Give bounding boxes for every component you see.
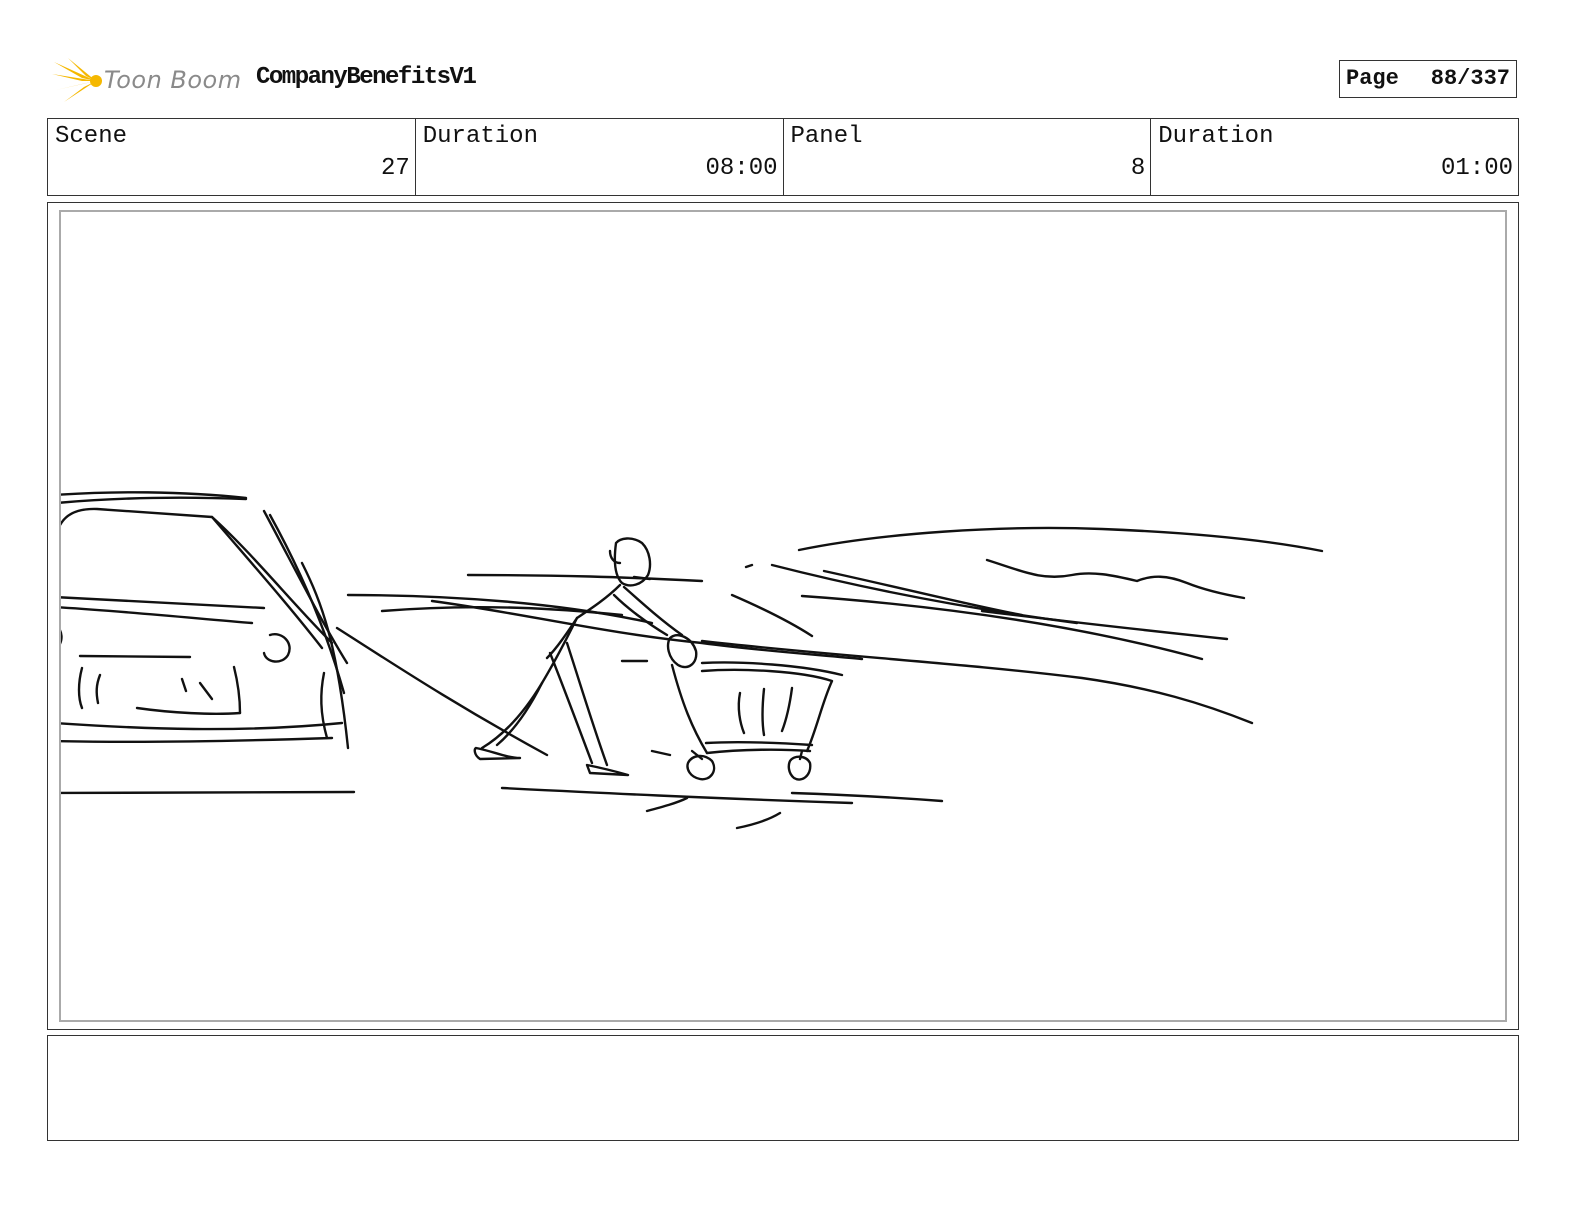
project-title: CompanyBenefitsV1 xyxy=(256,64,477,91)
toon-boom-logo: Toon Boom xyxy=(52,56,242,106)
panel-duration-label: Duration xyxy=(1158,123,1274,150)
scene-label: Scene xyxy=(55,123,128,150)
cart-sketch xyxy=(666,634,844,781)
starburst-icon xyxy=(52,58,102,102)
panel-duration-cell: Duration 01:00 xyxy=(1151,119,1518,195)
car-sketch xyxy=(61,491,356,795)
scene-duration-cell: Duration 08:00 xyxy=(416,119,784,195)
panel-label: Panel xyxy=(790,123,863,150)
notes-box xyxy=(47,1035,1519,1141)
page-label: Page xyxy=(1346,66,1399,91)
page-number: 88/337 xyxy=(1430,66,1510,91)
panel-duration-value: 01:00 xyxy=(1440,155,1513,182)
scene-duration-label: Duration xyxy=(422,123,538,150)
person-sketch xyxy=(473,537,684,777)
storyboard-panel xyxy=(59,210,1507,1022)
storyboard-sketch xyxy=(61,491,1324,830)
panel-cell: Panel 8 xyxy=(784,119,1152,195)
page-indicator: Page 88/337 xyxy=(1339,60,1517,98)
logo-text: Toon Boom xyxy=(104,66,242,94)
panel-frame xyxy=(47,202,1519,1030)
info-bar: Scene 27 Duration 08:00 Panel 8 Duration… xyxy=(47,118,1519,196)
motion-lines xyxy=(335,526,1324,830)
scene-duration-value: 08:00 xyxy=(705,155,778,182)
panel-value: 8 xyxy=(1130,155,1146,182)
scene-value: 27 xyxy=(380,155,410,182)
scene-cell: Scene 27 xyxy=(48,119,416,195)
